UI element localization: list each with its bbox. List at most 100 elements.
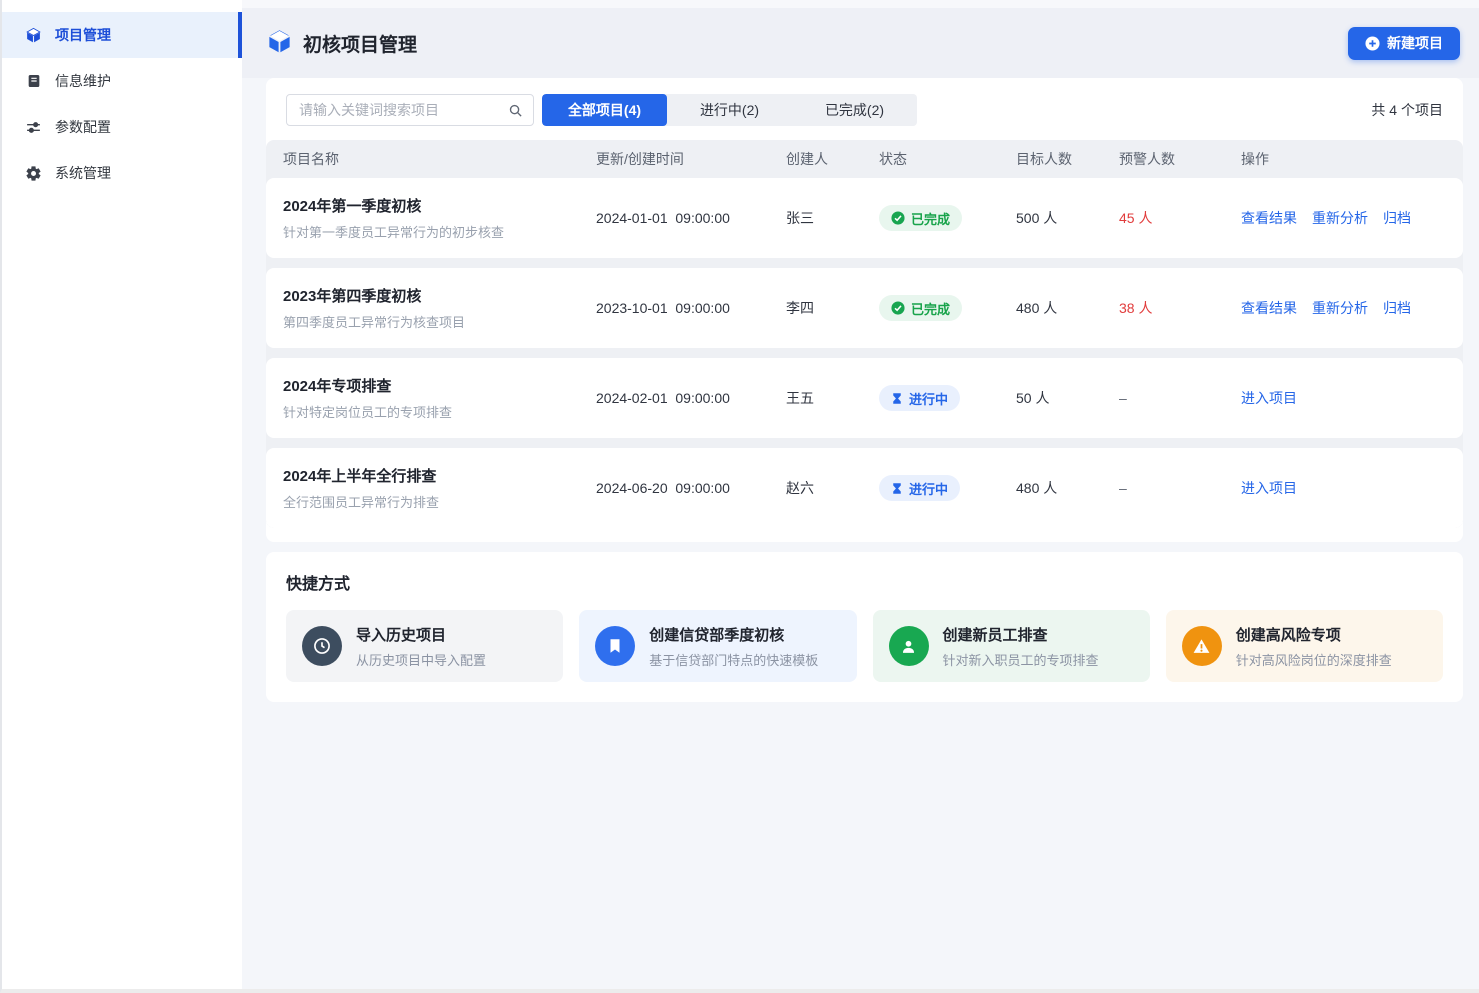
quick-action-title: 创建高风险专项 (1236, 624, 1392, 645)
status-badge-completed: 已完成 (879, 205, 962, 231)
quick-action-desc: 从历史项目中导入配置 (356, 650, 486, 669)
reanalyze-link[interactable]: 重新分析 (1312, 208, 1368, 228)
archive-link[interactable]: 归档 (1383, 298, 1411, 318)
view-results-link[interactable]: 查看结果 (1241, 208, 1297, 228)
project-name: 2024年专项排查 (283, 375, 596, 396)
project-search-box (286, 94, 534, 126)
project-name: 2024年上半年全行排查 (283, 465, 596, 486)
table-row: 2023年第四季度初核 第四季度员工异常行为核查项目 2023-10-01 09… (266, 268, 1463, 348)
hourglass-icon (891, 482, 903, 495)
target-count: 500 人 (1016, 208, 1119, 228)
sidebar-item-label: 信息维护 (55, 71, 111, 91)
quick-actions-title: 快捷方式 (286, 570, 1443, 594)
document-icon (25, 73, 42, 90)
bookmark-icon (595, 626, 635, 666)
table-row: 2024年第一季度初核 针对第一季度员工异常行为的初步核查 2024-01-01… (266, 178, 1463, 258)
archive-link[interactable]: 归档 (1383, 208, 1411, 228)
col-header-target: 目标人数 (1016, 149, 1119, 169)
quick-action-credit-dept-review[interactable]: 创建信贷部季度初核 基于信贷部门特点的快速模板 (579, 610, 856, 682)
status-filter-tabs: 全部项目(4) 进行中(2) 已完成(2) (542, 94, 917, 126)
check-circle-icon (891, 301, 905, 315)
sidebar-item-parameter-config[interactable]: 参数配置 (2, 104, 242, 150)
quick-action-title: 创建信贷部季度初核 (649, 624, 818, 645)
enter-project-link[interactable]: 进入项目 (1241, 478, 1297, 498)
view-results-link[interactable]: 查看结果 (1241, 298, 1297, 318)
main-area: 初核项目管理 新建项目 全部项目(4) 进行中(2) 已完 (242, 0, 1479, 989)
target-count: 480 人 (1016, 478, 1119, 498)
warning-count: – (1119, 480, 1241, 496)
plus-circle-icon (1365, 36, 1380, 51)
col-header-warning: 预警人数 (1119, 149, 1241, 169)
user-icon (889, 626, 929, 666)
project-creator: 王五 (786, 388, 879, 408)
project-name: 2023年第四季度初核 (283, 285, 596, 306)
enter-project-link[interactable]: 进入项目 (1241, 388, 1297, 408)
page-title: 初核项目管理 (303, 30, 417, 57)
table-row: 2024年专项排查 针对特定岗位员工的专项排查 2024-02-01 09:00… (266, 358, 1463, 438)
table-header-row: 项目名称 更新/创建时间 创建人 状态 目标人数 预警人数 操作 (266, 140, 1463, 178)
new-project-button[interactable]: 新建项目 (1348, 27, 1460, 60)
project-total-count: 共 4 个项目 (1371, 100, 1443, 120)
quick-action-title: 导入历史项目 (356, 624, 486, 645)
project-time: 2024-06-20 09:00:00 (596, 480, 786, 496)
warning-count: – (1119, 390, 1241, 406)
page-header: 初核项目管理 新建项目 (242, 8, 1479, 78)
project-time: 2023-10-01 09:00:00 (596, 300, 786, 316)
tab-all-projects[interactable]: 全部项目(4) (542, 94, 667, 126)
search-input[interactable] (299, 102, 508, 118)
warning-count: 45 人 (1119, 208, 1241, 228)
quick-action-import-history[interactable]: 导入历史项目 从历史项目中导入配置 (286, 610, 563, 682)
sidebar-item-label: 系统管理 (55, 163, 111, 183)
project-creator: 李四 (786, 298, 879, 318)
toolbar: 全部项目(4) 进行中(2) 已完成(2) 共 4 个项目 (266, 94, 1463, 126)
sidebar-item-info-maintenance[interactable]: 信息维护 (2, 58, 242, 104)
quick-action-desc: 基于信贷部门特点的快速模板 (649, 650, 818, 669)
project-creator: 赵六 (786, 478, 879, 498)
project-name: 2024年第一季度初核 (283, 195, 596, 216)
status-badge-running: 进行中 (879, 385, 960, 411)
col-header-status: 状态 (879, 149, 1016, 169)
sidebar-item-project-management[interactable]: 项目管理 (2, 12, 242, 58)
search-icon[interactable] (508, 103, 523, 118)
quick-action-high-risk-special[interactable]: 创建高风险专项 针对高风险岗位的深度排查 (1166, 610, 1443, 682)
target-count: 50 人 (1016, 388, 1119, 408)
project-description: 第四季度员工异常行为核查项目 (283, 312, 596, 331)
quick-action-title: 创建新员工排查 (943, 624, 1099, 645)
check-circle-icon (891, 211, 905, 225)
project-time: 2024-01-01 09:00:00 (596, 210, 786, 226)
col-header-time: 更新/创建时间 (596, 149, 786, 169)
quick-action-new-employee-screening[interactable]: 创建新员工排查 针对新入职员工的专项排查 (873, 610, 1150, 682)
sidebar-item-label: 项目管理 (55, 25, 111, 45)
projects-table: 项目名称 更新/创建时间 创建人 状态 目标人数 预警人数 操作 2024年第一… (266, 140, 1463, 528)
page-title-cube-icon (266, 28, 293, 58)
table-row: 2024年上半年全行排查 全行范围员工异常行为排查 2024-06-20 09:… (266, 448, 1463, 528)
col-header-actions: 操作 (1241, 149, 1463, 169)
sidebar: 项目管理 信息维护 参数配置 系统管理 (2, 0, 242, 989)
hourglass-icon (891, 392, 903, 405)
projects-card: 全部项目(4) 进行中(2) 已完成(2) 共 4 个项目 项目名称 更新/创建… (266, 78, 1463, 542)
sliders-icon (25, 119, 42, 136)
warning-count: 38 人 (1119, 298, 1241, 318)
gear-icon (25, 165, 42, 182)
tab-completed[interactable]: 已完成(2) (792, 94, 917, 126)
status-badge-running: 进行中 (879, 475, 960, 501)
target-count: 480 人 (1016, 298, 1119, 318)
quick-action-desc: 针对高风险岗位的深度排查 (1236, 650, 1392, 669)
project-description: 针对第一季度员工异常行为的初步核查 (283, 222, 596, 241)
project-creator: 张三 (786, 208, 879, 228)
quick-action-desc: 针对新入职员工的专项排查 (943, 650, 1099, 669)
sidebar-item-label: 参数配置 (55, 117, 111, 137)
clock-icon (302, 626, 342, 666)
reanalyze-link[interactable]: 重新分析 (1312, 298, 1368, 318)
col-header-name: 项目名称 (283, 149, 596, 169)
status-badge-completed: 已完成 (879, 295, 962, 321)
col-header-creator: 创建人 (786, 149, 879, 169)
project-time: 2024-02-01 09:00:00 (596, 390, 786, 406)
tab-in-progress[interactable]: 进行中(2) (667, 94, 792, 126)
warning-triangle-icon (1182, 626, 1222, 666)
project-description: 针对特定岗位员工的专项排查 (283, 402, 596, 421)
project-description: 全行范围员工异常行为排查 (283, 492, 596, 511)
window-top-strip (242, 0, 1479, 8)
sidebar-item-system-management[interactable]: 系统管理 (2, 150, 242, 196)
cube-icon (25, 27, 42, 44)
